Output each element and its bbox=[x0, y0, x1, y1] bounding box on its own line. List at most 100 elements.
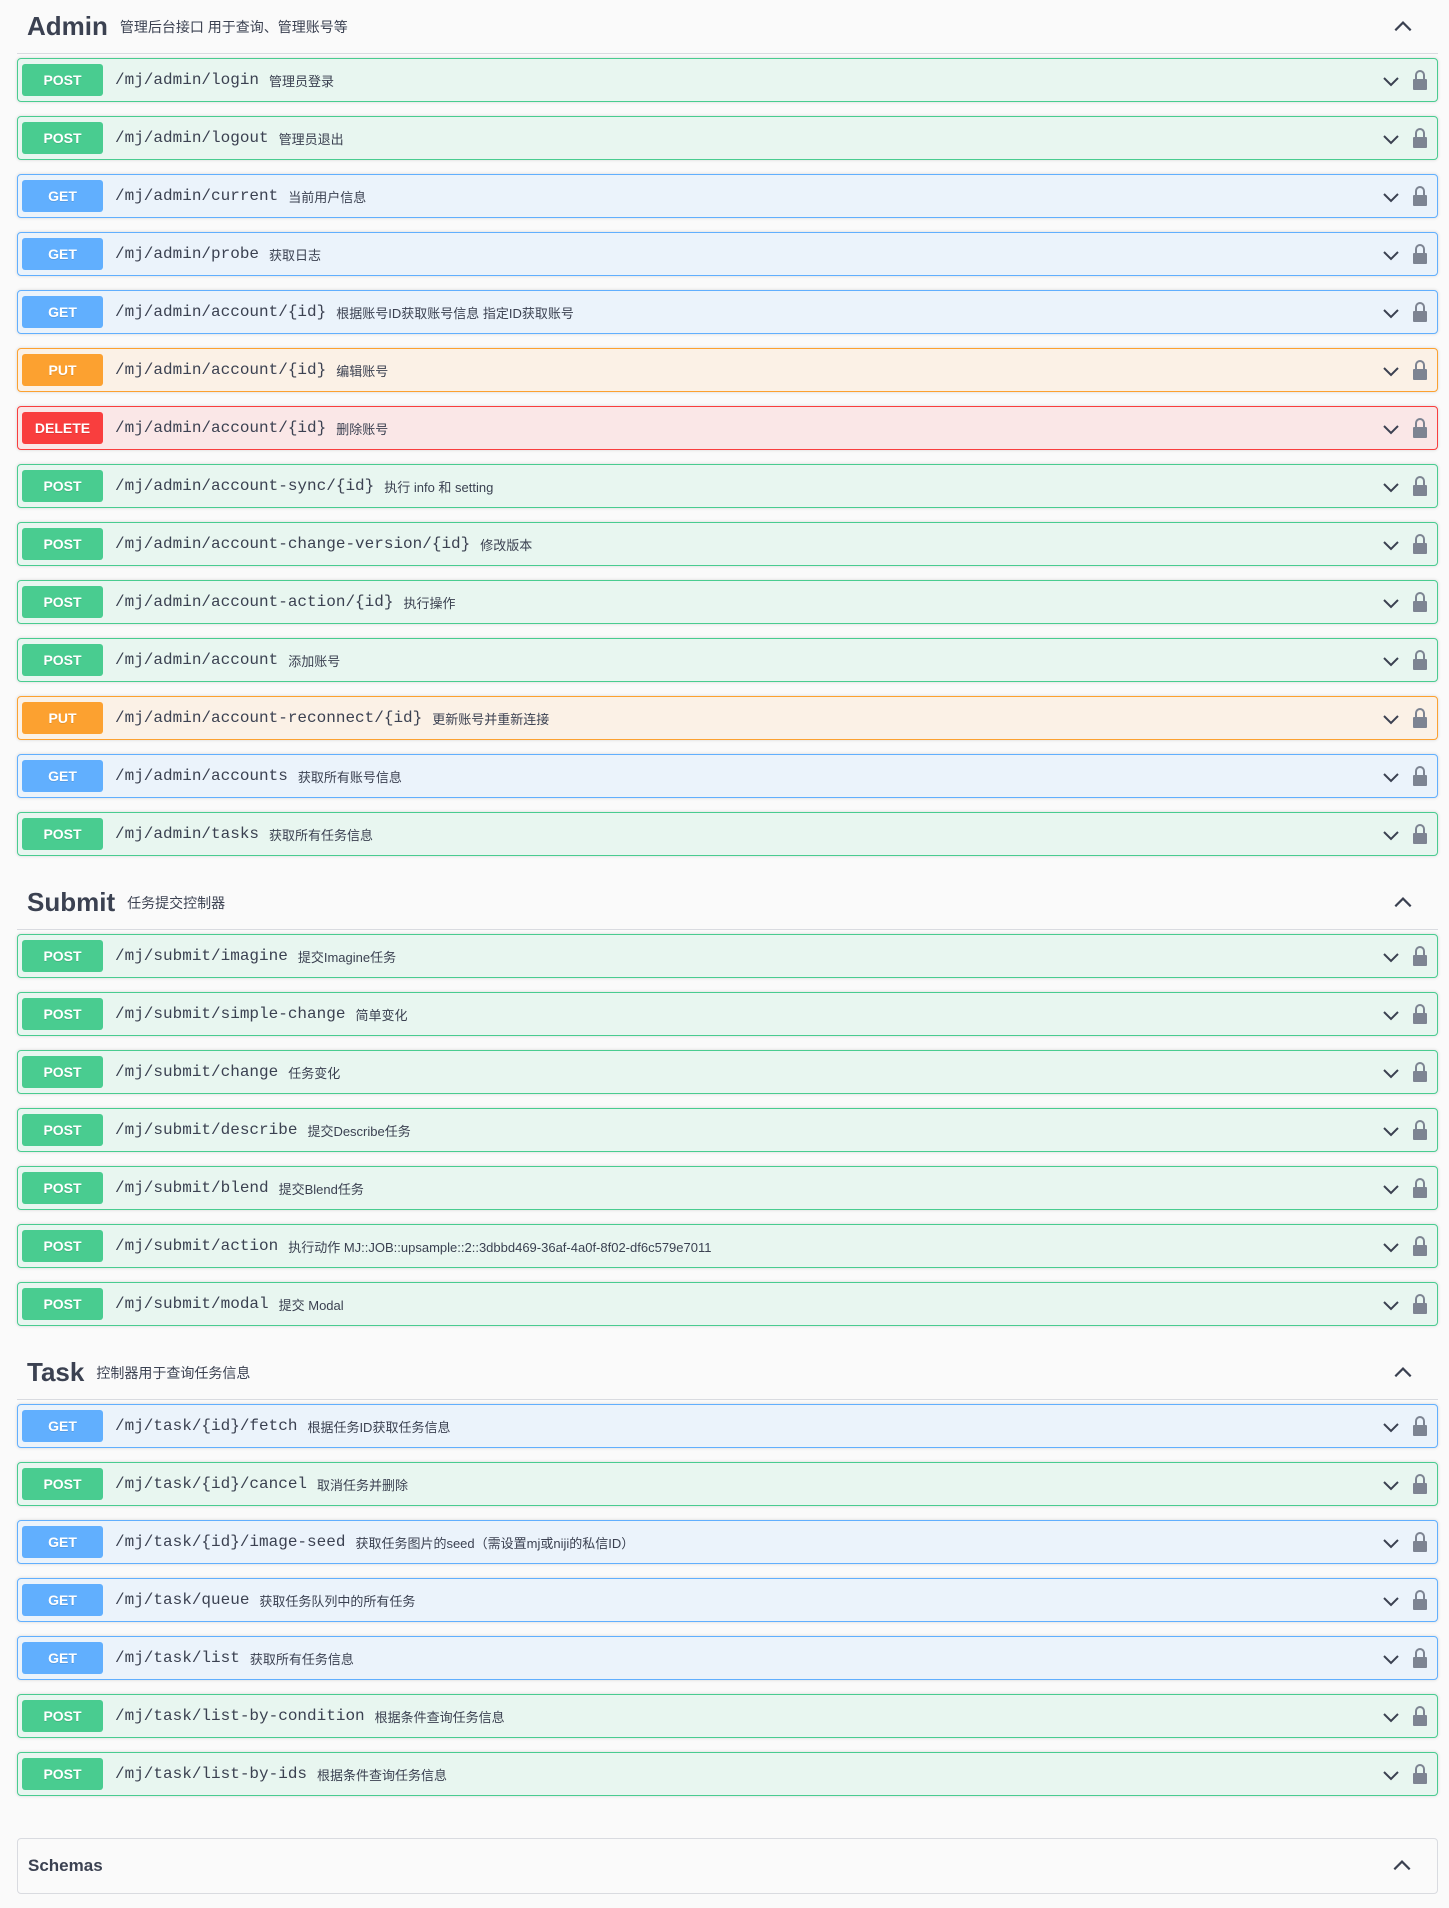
tag-sections: Admin 管理后台接口 用于查询、管理账号等 POST/mj/admin/logi… bbox=[17, 0, 1438, 1796]
lock-icon[interactable] bbox=[1412, 1705, 1428, 1727]
section-submit: Submit 任务提交控制器 POST/mj/submit/imagine 提交Ima… bbox=[17, 876, 1438, 1326]
chevron-down-icon[interactable] bbox=[1381, 1417, 1401, 1437]
lock-icon[interactable] bbox=[1412, 475, 1428, 497]
section-header[interactable]: Task 控制器用于查询任务信息 bbox=[17, 1346, 1438, 1400]
section-header[interactable]: Admin 管理后台接口 用于查询、管理账号等 bbox=[17, 0, 1438, 54]
lock-icon[interactable] bbox=[1412, 1589, 1428, 1611]
operation-post[interactable]: POST/mj/admin/account-action/{id} 执行操作 bbox=[17, 580, 1438, 624]
lock-icon[interactable] bbox=[1412, 301, 1428, 323]
schemas-title: Schemas bbox=[28, 1856, 103, 1875]
chevron-up-icon[interactable] bbox=[1392, 1362, 1414, 1384]
operation-get[interactable]: GET/mj/admin/probe 获取日志 bbox=[17, 232, 1438, 276]
lock-icon[interactable] bbox=[1412, 243, 1428, 265]
chevron-down-icon[interactable] bbox=[1381, 71, 1401, 91]
lock-icon[interactable] bbox=[1412, 533, 1428, 555]
lock-icon[interactable] bbox=[1412, 1293, 1428, 1315]
operation-put[interactable]: PUT/mj/admin/account-reconnect/{id} 更新账号并… bbox=[17, 696, 1438, 740]
chevron-down-icon[interactable] bbox=[1381, 477, 1401, 497]
chevron-down-icon[interactable] bbox=[1381, 1765, 1401, 1785]
chevron-down-icon[interactable] bbox=[1381, 651, 1401, 671]
lock-icon[interactable] bbox=[1412, 1119, 1428, 1141]
operation-get[interactable]: GET/mj/task/queue 获取任务队列中的所有任务 bbox=[17, 1578, 1438, 1622]
chevron-down-icon[interactable] bbox=[1381, 1179, 1401, 1199]
operation-post[interactable]: POST/mj/submit/describe 提交Describe任务 bbox=[17, 1108, 1438, 1152]
lock-icon[interactable] bbox=[1412, 1003, 1428, 1025]
operation-post[interactable]: POST/mj/admin/tasks 获取所有任务信息 bbox=[17, 812, 1438, 856]
operation-post[interactable]: POST/mj/submit/modal 提交 Modal bbox=[17, 1282, 1438, 1326]
operation-post[interactable]: POST/mj/task/list-by-ids 根据条件查询任务信息 bbox=[17, 1752, 1438, 1796]
operation-post[interactable]: POST/mj/admin/logout 管理员退出 bbox=[17, 116, 1438, 160]
operation-post[interactable]: POST/mj/admin/account 添加账号 bbox=[17, 638, 1438, 682]
lock-icon[interactable] bbox=[1412, 707, 1428, 729]
method-badge: POST bbox=[22, 586, 103, 618]
operation-post[interactable]: POST/mj/admin/account-change-version/{id… bbox=[17, 522, 1438, 566]
chevron-down-icon[interactable] bbox=[1381, 361, 1401, 381]
lock-icon[interactable] bbox=[1412, 1061, 1428, 1083]
lock-icon[interactable] bbox=[1412, 1235, 1428, 1257]
lock-icon[interactable] bbox=[1412, 591, 1428, 613]
schemas-section[interactable]: Schemas bbox=[17, 1838, 1438, 1894]
chevron-down-icon[interactable] bbox=[1381, 709, 1401, 729]
operation-get[interactable]: GET/mj/task/{id}/image-seed 获取任务图片的seed（需… bbox=[17, 1520, 1438, 1564]
operation-post[interactable]: POST/mj/submit/imagine 提交Imagine任务 bbox=[17, 934, 1438, 978]
lock-icon[interactable] bbox=[1412, 1415, 1428, 1437]
operation-post[interactable]: POST/mj/admin/login 管理员登录 bbox=[17, 58, 1438, 102]
operation-put[interactable]: PUT/mj/admin/account/{id} 编辑账号 bbox=[17, 348, 1438, 392]
lock-icon[interactable] bbox=[1412, 1473, 1428, 1495]
chevron-down-icon[interactable] bbox=[1381, 129, 1401, 149]
chevron-down-icon[interactable] bbox=[1381, 825, 1401, 845]
operation-path: /mj/admin/account/{id} bbox=[115, 303, 327, 321]
chevron-down-icon[interactable] bbox=[1381, 1295, 1401, 1315]
chevron-down-icon[interactable] bbox=[1381, 419, 1401, 439]
chevron-down-icon[interactable] bbox=[1381, 1063, 1401, 1083]
chevron-down-icon[interactable] bbox=[1381, 245, 1401, 265]
method-badge: GET bbox=[22, 1642, 103, 1674]
chevron-down-icon[interactable] bbox=[1381, 1649, 1401, 1669]
lock-icon[interactable] bbox=[1412, 1177, 1428, 1199]
chevron-down-icon[interactable] bbox=[1381, 303, 1401, 323]
chevron-down-icon[interactable] bbox=[1381, 1533, 1401, 1553]
chevron-up-icon[interactable] bbox=[1392, 892, 1414, 914]
operation-get[interactable]: GET/mj/admin/current 当前用户信息 bbox=[17, 174, 1438, 218]
lock-icon[interactable] bbox=[1412, 417, 1428, 439]
operation-post[interactable]: POST/mj/submit/blend 提交Blend任务 bbox=[17, 1166, 1438, 1210]
lock-icon[interactable] bbox=[1412, 945, 1428, 967]
operation-post[interactable]: POST/mj/admin/account-sync/{id} 执行 info 和… bbox=[17, 464, 1438, 508]
operation-post[interactable]: POST/mj/task/{id}/cancel 取消任务并删除 bbox=[17, 1462, 1438, 1506]
chevron-down-icon[interactable] bbox=[1381, 535, 1401, 555]
operation-get[interactable]: GET/mj/admin/account/{id} 根据账号ID获取账号信息 指定… bbox=[17, 290, 1438, 334]
operation-get[interactable]: GET/mj/admin/accounts 获取所有账号信息 bbox=[17, 754, 1438, 798]
chevron-down-icon[interactable] bbox=[1381, 593, 1401, 613]
lock-icon[interactable] bbox=[1412, 69, 1428, 91]
operation-post[interactable]: POST/mj/task/list-by-condition 根据条件查询任务信息 bbox=[17, 1694, 1438, 1738]
chevron-down-icon[interactable] bbox=[1381, 1475, 1401, 1495]
lock-icon[interactable] bbox=[1412, 1531, 1428, 1553]
chevron-down-icon[interactable] bbox=[1381, 1237, 1401, 1257]
operation-post[interactable]: POST/mj/submit/action 执行动作 MJ::JOB::upsam… bbox=[17, 1224, 1438, 1268]
method-badge: GET bbox=[22, 238, 103, 270]
lock-icon[interactable] bbox=[1412, 1763, 1428, 1785]
lock-icon[interactable] bbox=[1412, 649, 1428, 671]
chevron-down-icon[interactable] bbox=[1381, 1707, 1401, 1727]
chevron-down-icon[interactable] bbox=[1381, 1591, 1401, 1611]
lock-icon[interactable] bbox=[1412, 185, 1428, 207]
chevron-down-icon[interactable] bbox=[1381, 947, 1401, 967]
operation-delete[interactable]: DELETE/mj/admin/account/{id} 删除账号 bbox=[17, 406, 1438, 450]
operation-get[interactable]: GET/mj/task/{id}/fetch 根据任务ID获取任务信息 bbox=[17, 1404, 1438, 1448]
lock-icon[interactable] bbox=[1412, 1647, 1428, 1669]
lock-icon[interactable] bbox=[1412, 359, 1428, 381]
chevron-down-icon[interactable] bbox=[1381, 187, 1401, 207]
chevron-down-icon[interactable] bbox=[1381, 767, 1401, 787]
lock-icon[interactable] bbox=[1412, 765, 1428, 787]
lock-icon[interactable] bbox=[1412, 127, 1428, 149]
operation-post[interactable]: POST/mj/submit/change 任务变化 bbox=[17, 1050, 1438, 1094]
chevron-up-icon[interactable] bbox=[1391, 1855, 1413, 1877]
lock-icon[interactable] bbox=[1412, 823, 1428, 845]
operation-path: /mj/admin/account-action/{id} bbox=[115, 593, 394, 611]
operation-post[interactable]: POST/mj/submit/simple-change 简单变化 bbox=[17, 992, 1438, 1036]
chevron-up-icon[interactable] bbox=[1392, 16, 1414, 38]
section-header[interactable]: Submit 任务提交控制器 bbox=[17, 876, 1438, 930]
chevron-down-icon[interactable] bbox=[1381, 1005, 1401, 1025]
operation-get[interactable]: GET/mj/task/list 获取所有任务信息 bbox=[17, 1636, 1438, 1680]
chevron-down-icon[interactable] bbox=[1381, 1121, 1401, 1141]
